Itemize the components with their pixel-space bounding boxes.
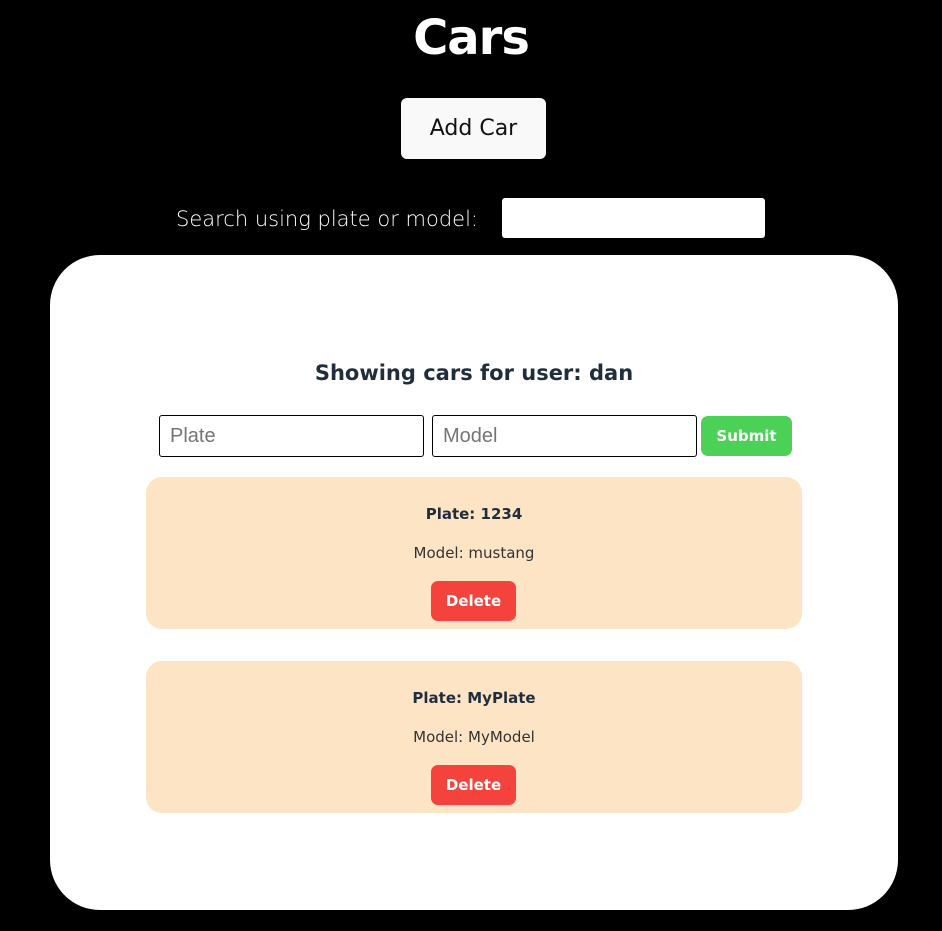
car-plate: Plate: 1234 bbox=[425, 505, 523, 523]
model-input[interactable] bbox=[432, 415, 697, 457]
plate-input[interactable] bbox=[159, 415, 424, 457]
page-title: Cars bbox=[413, 10, 530, 66]
delete-button[interactable]: Delete bbox=[431, 581, 516, 621]
car-card: Plate: 1234 Model: mustang Delete bbox=[146, 477, 802, 629]
car-model: Model: mustang bbox=[413, 544, 535, 562]
user-heading: Showing cars for user: dan bbox=[314, 361, 634, 385]
car-card: Plate: MyPlate Model: MyModel Delete bbox=[146, 661, 802, 813]
car-model: Model: MyModel bbox=[413, 728, 535, 746]
add-car-button[interactable]: Add Car bbox=[401, 98, 546, 159]
search-input[interactable] bbox=[502, 198, 765, 238]
car-plate: Plate: MyPlate bbox=[412, 689, 536, 707]
search-label: Search using plate or model: bbox=[176, 207, 478, 231]
submit-button[interactable]: Submit bbox=[701, 416, 792, 456]
cars-panel: Showing cars for user: dan Submit Plate:… bbox=[50, 255, 898, 910]
delete-button[interactable]: Delete bbox=[431, 765, 516, 805]
cars-page: Cars Add Car Search using plate or model… bbox=[0, 0, 942, 931]
